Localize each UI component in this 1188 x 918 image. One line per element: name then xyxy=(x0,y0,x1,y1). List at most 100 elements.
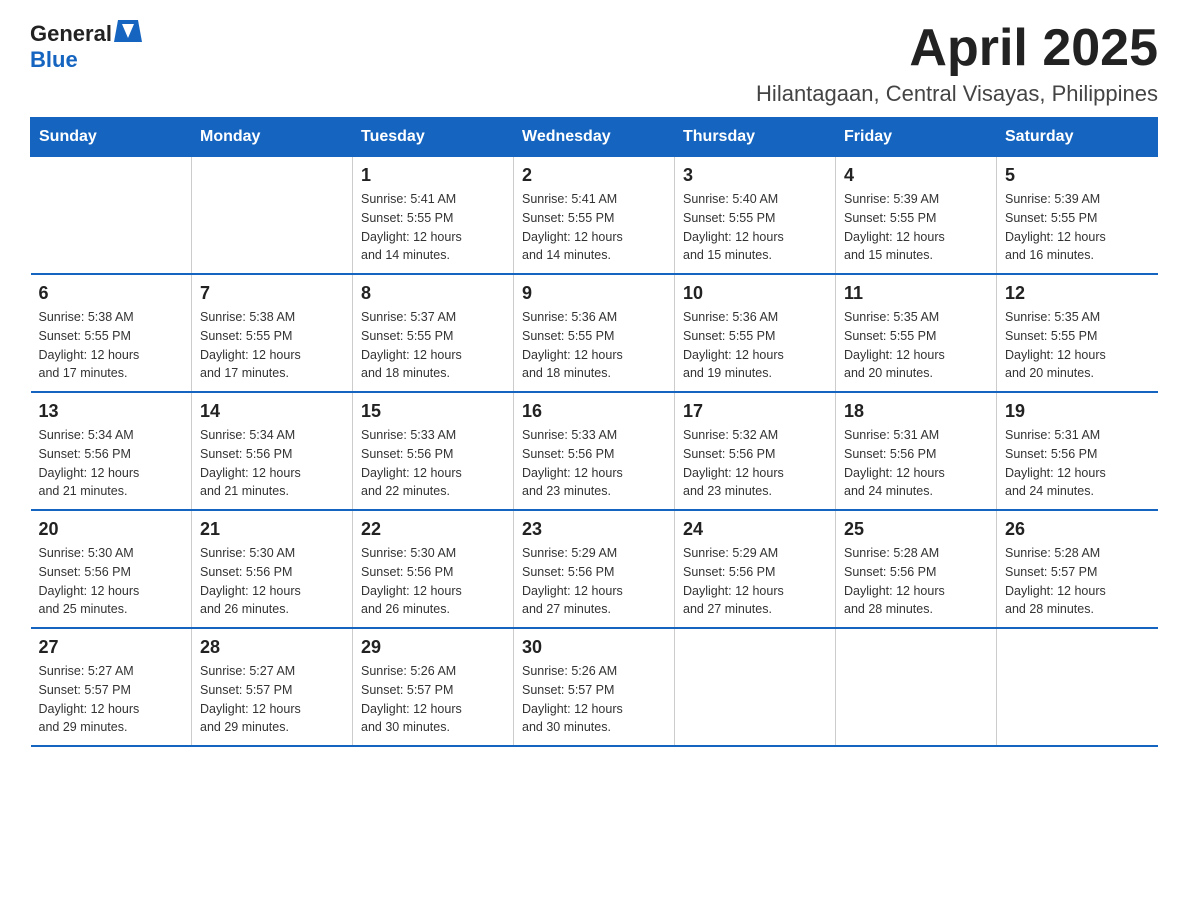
day-info: Sunrise: 5:34 AM Sunset: 5:56 PM Dayligh… xyxy=(200,426,344,501)
day-info: Sunrise: 5:39 AM Sunset: 5:55 PM Dayligh… xyxy=(844,190,988,265)
calendar-cell: 28 Sunrise: 5:27 AM Sunset: 5:57 PM Dayli… xyxy=(192,628,353,746)
day-info: Sunrise: 5:39 AM Sunset: 5:55 PM Dayligh… xyxy=(1005,190,1150,265)
calendar-cell: 8 Sunrise: 5:37 AM Sunset: 5:55 PM Daylig… xyxy=(353,274,514,392)
day-info: Sunrise: 5:38 AM Sunset: 5:55 PM Dayligh… xyxy=(200,308,344,383)
calendar-cell: 23 Sunrise: 5:29 AM Sunset: 5:56 PM Dayli… xyxy=(514,510,675,628)
calendar-week-row: 27 Sunrise: 5:27 AM Sunset: 5:57 PM Dayli… xyxy=(31,628,1158,746)
calendar-cell: 10 Sunrise: 5:36 AM Sunset: 5:55 PM Dayli… xyxy=(675,274,836,392)
day-info: Sunrise: 5:31 AM Sunset: 5:56 PM Dayligh… xyxy=(1005,426,1150,501)
weekday-header-wednesday: Wednesday xyxy=(514,118,675,157)
day-number: 16 xyxy=(522,401,666,422)
calendar-cell: 3 Sunrise: 5:40 AM Sunset: 5:55 PM Daylig… xyxy=(675,157,836,275)
day-info: Sunrise: 5:30 AM Sunset: 5:56 PM Dayligh… xyxy=(361,544,505,619)
day-info: Sunrise: 5:38 AM Sunset: 5:55 PM Dayligh… xyxy=(39,308,184,383)
day-info: Sunrise: 5:27 AM Sunset: 5:57 PM Dayligh… xyxy=(39,662,184,737)
day-info: Sunrise: 5:37 AM Sunset: 5:55 PM Dayligh… xyxy=(361,308,505,383)
day-number: 26 xyxy=(1005,519,1150,540)
day-info: Sunrise: 5:35 AM Sunset: 5:55 PM Dayligh… xyxy=(1005,308,1150,383)
day-number: 8 xyxy=(361,283,505,304)
calendar-cell: 2 Sunrise: 5:41 AM Sunset: 5:55 PM Daylig… xyxy=(514,157,675,275)
calendar-cell: 1 Sunrise: 5:41 AM Sunset: 5:55 PM Daylig… xyxy=(353,157,514,275)
day-info: Sunrise: 5:29 AM Sunset: 5:56 PM Dayligh… xyxy=(522,544,666,619)
day-info: Sunrise: 5:31 AM Sunset: 5:56 PM Dayligh… xyxy=(844,426,988,501)
calendar-cell: 5 Sunrise: 5:39 AM Sunset: 5:55 PM Daylig… xyxy=(997,157,1158,275)
day-number: 5 xyxy=(1005,165,1150,186)
day-number: 30 xyxy=(522,637,666,658)
calendar-cell: 22 Sunrise: 5:30 AM Sunset: 5:56 PM Dayli… xyxy=(353,510,514,628)
day-number: 18 xyxy=(844,401,988,422)
day-number: 21 xyxy=(200,519,344,540)
logo: General Blue xyxy=(30,20,142,73)
weekday-header-monday: Monday xyxy=(192,118,353,157)
calendar-cell: 18 Sunrise: 5:31 AM Sunset: 5:56 PM Dayli… xyxy=(836,392,997,510)
day-number: 28 xyxy=(200,637,344,658)
day-number: 23 xyxy=(522,519,666,540)
day-info: Sunrise: 5:36 AM Sunset: 5:55 PM Dayligh… xyxy=(683,308,827,383)
calendar-cell: 27 Sunrise: 5:27 AM Sunset: 5:57 PM Dayli… xyxy=(31,628,192,746)
day-number: 15 xyxy=(361,401,505,422)
day-info: Sunrise: 5:41 AM Sunset: 5:55 PM Dayligh… xyxy=(361,190,505,265)
day-number: 29 xyxy=(361,637,505,658)
day-info: Sunrise: 5:33 AM Sunset: 5:56 PM Dayligh… xyxy=(522,426,666,501)
day-info: Sunrise: 5:28 AM Sunset: 5:57 PM Dayligh… xyxy=(1005,544,1150,619)
day-info: Sunrise: 5:40 AM Sunset: 5:55 PM Dayligh… xyxy=(683,190,827,265)
day-info: Sunrise: 5:34 AM Sunset: 5:56 PM Dayligh… xyxy=(39,426,184,501)
page-header: General Blue April 2025 Hilantagaan, Cen… xyxy=(30,20,1158,107)
weekday-header-friday: Friday xyxy=(836,118,997,157)
calendar-cell: 12 Sunrise: 5:35 AM Sunset: 5:55 PM Dayli… xyxy=(997,274,1158,392)
day-number: 14 xyxy=(200,401,344,422)
day-info: Sunrise: 5:27 AM Sunset: 5:57 PM Dayligh… xyxy=(200,662,344,737)
day-number: 22 xyxy=(361,519,505,540)
logo-triangle-icon xyxy=(114,20,142,42)
day-info: Sunrise: 5:33 AM Sunset: 5:56 PM Dayligh… xyxy=(361,426,505,501)
logo-blue-text: Blue xyxy=(30,47,78,72)
day-number: 24 xyxy=(683,519,827,540)
calendar-cell: 25 Sunrise: 5:28 AM Sunset: 5:56 PM Dayli… xyxy=(836,510,997,628)
weekday-header-tuesday: Tuesday xyxy=(353,118,514,157)
day-info: Sunrise: 5:36 AM Sunset: 5:55 PM Dayligh… xyxy=(522,308,666,383)
day-number: 10 xyxy=(683,283,827,304)
day-number: 27 xyxy=(39,637,184,658)
calendar-cell: 26 Sunrise: 5:28 AM Sunset: 5:57 PM Dayli… xyxy=(997,510,1158,628)
day-info: Sunrise: 5:26 AM Sunset: 5:57 PM Dayligh… xyxy=(522,662,666,737)
day-number: 19 xyxy=(1005,401,1150,422)
calendar-week-row: 13Sunrise: 5:34 AM Sunset: 5:56 PM Dayli… xyxy=(31,392,1158,510)
calendar-cell: 24 Sunrise: 5:29 AM Sunset: 5:56 PM Dayli… xyxy=(675,510,836,628)
calendar-table: SundayMondayTuesdayWednesdayThursdayFrid… xyxy=(30,117,1158,747)
calendar-cell: 21 Sunrise: 5:30 AM Sunset: 5:56 PM Dayli… xyxy=(192,510,353,628)
day-number: 3 xyxy=(683,165,827,186)
calendar-cell xyxy=(997,628,1158,746)
calendar-cell xyxy=(31,157,192,275)
calendar-cell: 13Sunrise: 5:34 AM Sunset: 5:56 PM Dayli… xyxy=(31,392,192,510)
calendar-header: SundayMondayTuesdayWednesdayThursdayFrid… xyxy=(31,118,1158,157)
weekday-header-row: SundayMondayTuesdayWednesdayThursdayFrid… xyxy=(31,118,1158,157)
day-number: 2 xyxy=(522,165,666,186)
day-number: 25 xyxy=(844,519,988,540)
day-info: Sunrise: 5:30 AM Sunset: 5:56 PM Dayligh… xyxy=(200,544,344,619)
day-number: 11 xyxy=(844,283,988,304)
calendar-cell: 30 Sunrise: 5:26 AM Sunset: 5:57 PM Dayli… xyxy=(514,628,675,746)
calendar-cell: 15 Sunrise: 5:33 AM Sunset: 5:56 PM Dayli… xyxy=(353,392,514,510)
day-info: Sunrise: 5:41 AM Sunset: 5:55 PM Dayligh… xyxy=(522,190,666,265)
day-number: 7 xyxy=(200,283,344,304)
weekday-header-thursday: Thursday xyxy=(675,118,836,157)
day-number: 1 xyxy=(361,165,505,186)
calendar-week-row: 6Sunrise: 5:38 AM Sunset: 5:55 PM Daylig… xyxy=(31,274,1158,392)
day-number: 17 xyxy=(683,401,827,422)
weekday-header-sunday: Sunday xyxy=(31,118,192,157)
day-info: Sunrise: 5:29 AM Sunset: 5:56 PM Dayligh… xyxy=(683,544,827,619)
calendar-cell: 29Sunrise: 5:26 AM Sunset: 5:57 PM Dayli… xyxy=(353,628,514,746)
title-block: April 2025 Hilantagaan, Central Visayas,… xyxy=(756,20,1158,107)
day-info: Sunrise: 5:35 AM Sunset: 5:55 PM Dayligh… xyxy=(844,308,988,383)
calendar-cell: 9Sunrise: 5:36 AM Sunset: 5:55 PM Daylig… xyxy=(514,274,675,392)
day-info: Sunrise: 5:30 AM Sunset: 5:56 PM Dayligh… xyxy=(39,544,184,619)
day-number: 12 xyxy=(1005,283,1150,304)
day-number: 20 xyxy=(39,519,184,540)
calendar-cell: 20 Sunrise: 5:30 AM Sunset: 5:56 PM Dayli… xyxy=(31,510,192,628)
calendar-body: 1 Sunrise: 5:41 AM Sunset: 5:55 PM Daylig… xyxy=(31,157,1158,747)
day-info: Sunrise: 5:28 AM Sunset: 5:56 PM Dayligh… xyxy=(844,544,988,619)
calendar-cell: 11 Sunrise: 5:35 AM Sunset: 5:55 PM Dayli… xyxy=(836,274,997,392)
calendar-cell xyxy=(836,628,997,746)
calendar-cell: 14 Sunrise: 5:34 AM Sunset: 5:56 PM Dayli… xyxy=(192,392,353,510)
calendar-cell: 17Sunrise: 5:32 AM Sunset: 5:56 PM Dayli… xyxy=(675,392,836,510)
